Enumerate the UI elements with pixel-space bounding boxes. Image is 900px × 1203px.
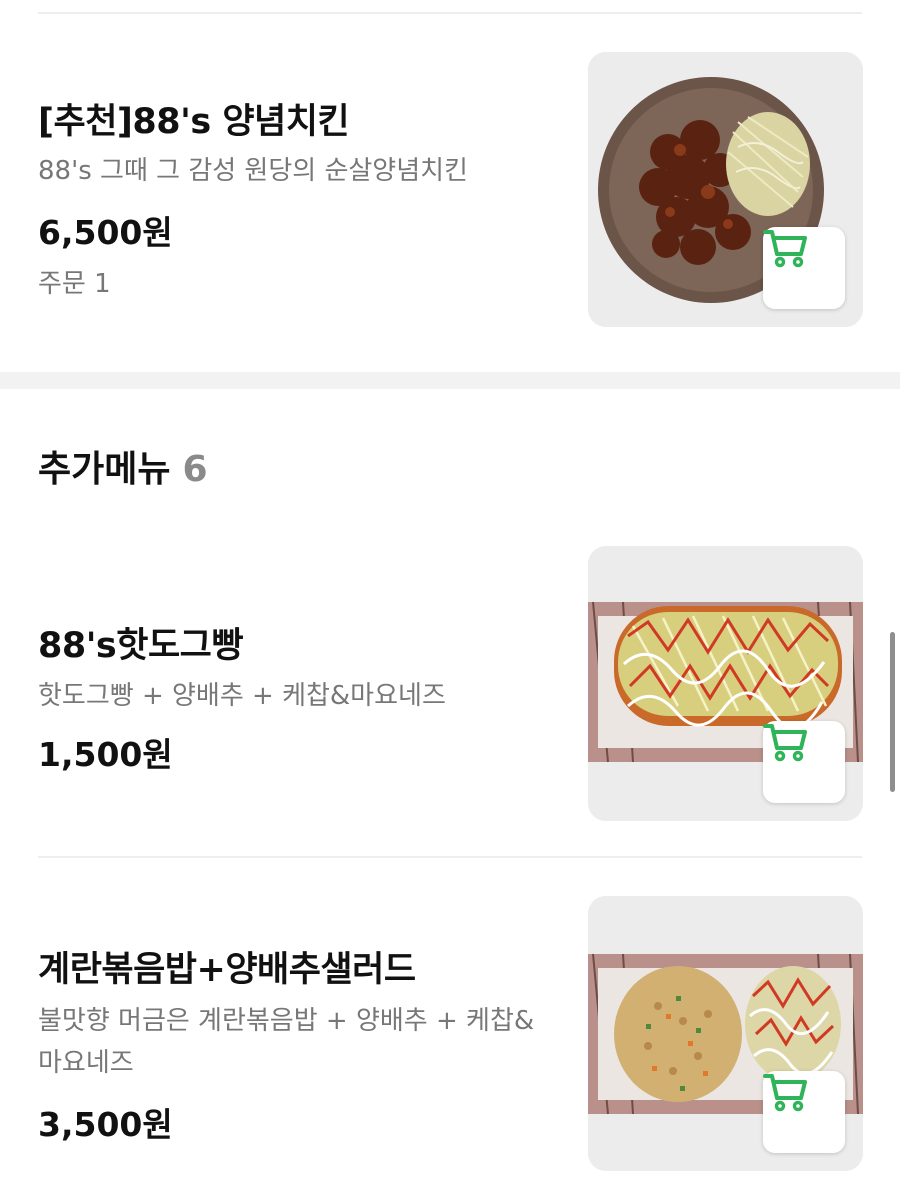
menu-item-hotdog[interactable]: 88's핫도그빵 핫도그빵 + 양배추 + 케찹&마요네즈 1,500원	[0, 530, 900, 850]
scrollbar[interactable]	[890, 632, 895, 792]
add-to-cart-button[interactable]	[763, 721, 845, 803]
menu-item-fried-rice[interactable]: 계란볶음밥+양배추샐러드 불맛향 머금은 계란볶음밥 + 양배추 + 케찹&마요…	[0, 880, 900, 1203]
menu-item-yangnyeom-chicken[interactable]: [추천]88's 양념치킨 88's 그때 그 감성 원당의 순살양념치킨 6,…	[0, 0, 900, 372]
add-to-cart-button[interactable]	[763, 227, 845, 309]
menu-item-name: 88's핫도그빵	[38, 626, 244, 666]
cart-icon	[763, 724, 807, 762]
cart-icon	[763, 230, 807, 268]
section-separator	[0, 372, 900, 389]
menu-item-price: 6,500원	[38, 213, 173, 252]
menu-item-order-count: 주문 1	[38, 269, 111, 299]
section-header-extra-menu: 추가메뉴 6	[38, 440, 208, 492]
menu-item-photo	[588, 546, 863, 821]
menu-item-description: 불맛향 머금은 계란볶음밥 + 양배추 + 케찹&마요네즈	[38, 1006, 535, 1078]
menu-item-description: 핫도그빵 + 양배추 + 케찹&마요네즈	[38, 681, 446, 711]
menu-item-photo	[588, 52, 863, 327]
menu-page: [추천]88's 양념치킨 88's 그때 그 감성 원당의 순살양념치킨 6,…	[0, 0, 900, 1203]
menu-item-price: 1,500원	[38, 735, 173, 774]
menu-item-description: 88's 그때 그 감성 원당의 순살양념치킨	[38, 156, 468, 186]
divider	[38, 856, 862, 858]
menu-item-name: [추천]88's 양념치킨	[38, 102, 350, 142]
section-title: 추가메뉴	[38, 449, 171, 490]
menu-item-photo	[588, 896, 863, 1171]
menu-item-name: 계란볶음밥+양배추샐러드	[38, 950, 416, 990]
section-item-count: 6	[182, 449, 208, 490]
cart-icon	[763, 1074, 807, 1112]
menu-item-price: 3,500원	[38, 1105, 173, 1144]
add-to-cart-button[interactable]	[763, 1071, 845, 1153]
